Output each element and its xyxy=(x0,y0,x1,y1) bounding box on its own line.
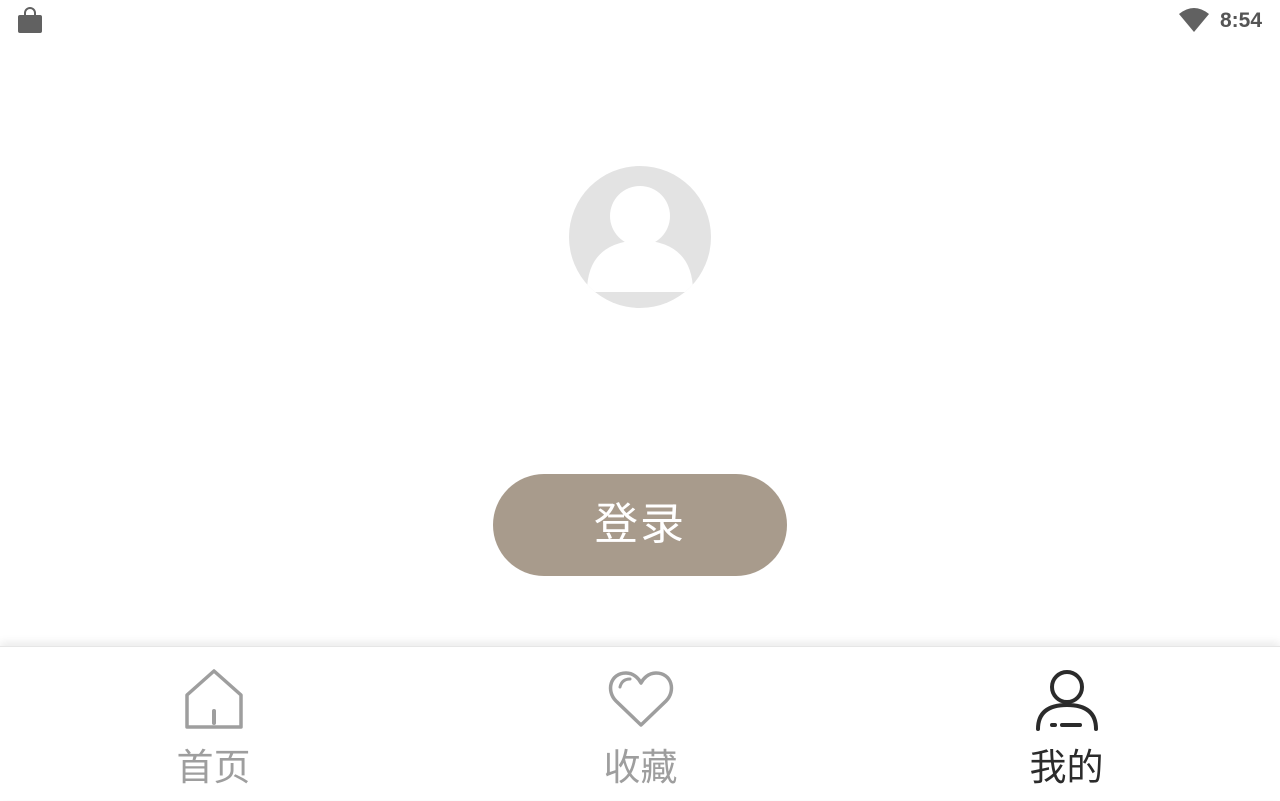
wifi-icon xyxy=(1178,8,1210,34)
tab-home-label: 首页 xyxy=(176,746,251,789)
avatar[interactable] xyxy=(569,166,711,308)
shopping-bag-icon xyxy=(16,7,44,35)
bottom-tab-bar: 首页 收藏 我的 xyxy=(0,646,1280,800)
home-icon xyxy=(179,665,249,735)
tab-mine[interactable]: 我的 xyxy=(853,647,1280,801)
heart-icon xyxy=(606,665,676,735)
tab-favorites[interactable]: 收藏 xyxy=(427,647,854,801)
login-button[interactable]: 登录 xyxy=(493,474,787,576)
tab-home[interactable]: 首页 xyxy=(0,647,427,801)
tab-favorites-label: 收藏 xyxy=(603,746,678,789)
default-avatar-icon xyxy=(587,186,693,292)
status-bar: 8:54 xyxy=(0,0,1280,40)
tab-mine-label: 我的 xyxy=(1029,746,1104,789)
status-time: 8:54 xyxy=(1220,9,1263,32)
user-icon xyxy=(1032,665,1102,735)
